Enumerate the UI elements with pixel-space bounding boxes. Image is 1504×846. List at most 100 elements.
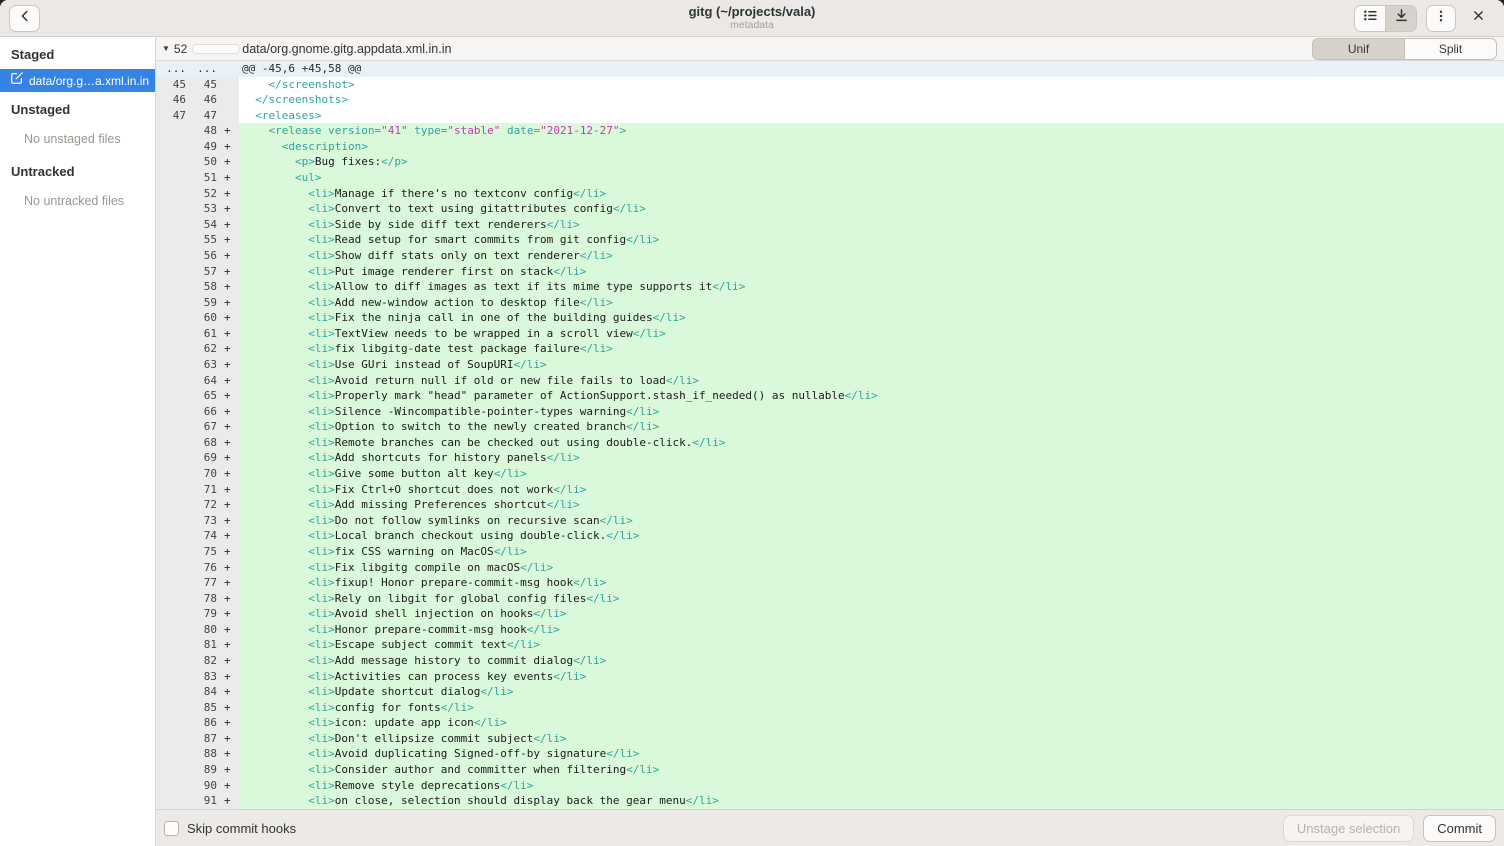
diff-line[interactable]: 85+ <li>config for fonts</li> [156,700,1504,716]
line-change-marker: + [222,404,234,420]
old-line-number [156,341,191,357]
diff-line[interactable]: 58+ <li>Allow to diff images as text if … [156,279,1504,295]
diff-line[interactable]: 53+ <li>Convert to text using gitattribu… [156,201,1504,217]
window-title: gitg (~/projects/vala) [689,4,816,19]
diff-line[interactable]: 72+ <li>Add missing Preferences shortcut… [156,497,1504,513]
new-line-number: 70 [191,466,222,482]
diff-line[interactable]: 68+ <li>Remote branches can be checked o… [156,435,1504,451]
code-text: <li>Side by side diff text renderers</li… [239,217,580,233]
kebab-menu-icon [1434,9,1448,28]
diff-line[interactable]: 83+ <li>Activities can process key event… [156,669,1504,685]
back-button[interactable] [9,5,40,32]
line-change-marker: + [222,326,234,342]
diff-line[interactable]: 88+ <li>Avoid duplicating Signed-off-by … [156,746,1504,762]
diff-line[interactable]: 52+ <li>Manage if there's no textconv co… [156,186,1504,202]
diff-line[interactable]: 73+ <li>Do not follow symlinks on recurs… [156,513,1504,529]
old-line-number [156,746,191,762]
new-line-number: 57 [191,264,222,280]
diff-line[interactable]: 4646 </screenshots> [156,92,1504,108]
diff-view-toggle: Unif Split [1312,38,1497,60]
commit-view-button[interactable] [1385,5,1417,32]
line-gutter: 55+ [156,232,239,248]
old-line-number [156,388,191,404]
close-button[interactable] [1465,5,1491,31]
header-actions [1354,5,1491,32]
code-text: <li>Avoid duplicating Signed-off-by sign… [239,746,639,762]
skip-hooks-checkbox[interactable] [164,821,179,836]
unstage-selection-button[interactable]: Unstage selection [1283,815,1414,842]
diff-line[interactable]: 78+ <li>Rely on libgit for global config… [156,591,1504,607]
diff-line[interactable]: 67+ <li>Option to switch to the newly cr… [156,419,1504,435]
diff-line[interactable]: 90+ <li>Remove style deprecations</li> [156,778,1504,794]
line-change-marker: + [222,357,234,373]
menu-button[interactable] [1426,5,1456,32]
diff-line[interactable]: 76+ <li>Fix libgitg compile on macOS</li… [156,560,1504,576]
diff-line[interactable]: 84+ <li>Update shortcut dialog</li> [156,684,1504,700]
diff-line[interactable]: 70+ <li>Give some button alt key</li> [156,466,1504,482]
diff-file-path: data/org.gnome.gitg.appdata.xml.in.in [242,42,451,56]
diff-line[interactable]: 91+ <li>on close, selection should displ… [156,793,1504,809]
list-view-button[interactable] [1354,5,1386,32]
line-gutter: 4747 [156,108,239,124]
diff-line[interactable]: 4747 <releases> [156,108,1504,124]
diff-line[interactable]: 54+ <li>Side by side diff text renderers… [156,217,1504,233]
new-line-number: 50 [191,154,222,170]
commit-button[interactable]: Commit [1423,815,1496,842]
diff-line[interactable]: 79+ <li>Avoid shell injection on hooks</… [156,606,1504,622]
new-line-number: 71 [191,482,222,498]
staged-file-item[interactable]: data/org.g…a.xml.in.in [0,69,155,92]
old-line-number [156,700,191,716]
diff-line[interactable]: 89+ <li>Consider author and committer wh… [156,762,1504,778]
line-change-marker: + [222,528,234,544]
diff-line[interactable]: 60+ <li>Fix the ninja call in one of the… [156,310,1504,326]
diff-line[interactable]: 81+ <li>Escape subject commit text</li> [156,637,1504,653]
code-text: <li>Avoid return null if old or new file… [239,373,699,389]
old-line-number [156,466,191,482]
expander-triangle-icon[interactable]: ▼ [162,45,170,53]
old-line-number [156,497,191,513]
split-view-button[interactable]: Split [1404,38,1497,60]
diff-line[interactable]: 75+ <li>fix CSS warning on MacOS</li> [156,544,1504,560]
old-line-number [156,186,191,202]
diff-line[interactable]: 48+ <release version="41" type="stable" … [156,123,1504,139]
diff-line[interactable]: 50+ <p>Bug fixes:</p> [156,154,1504,170]
diff-line[interactable]: 57+ <li>Put image renderer first on stac… [156,264,1504,280]
diff-line[interactable]: 86+ <li>icon: update app icon</li> [156,715,1504,731]
close-icon [1472,9,1485,27]
diff-line[interactable]: 87+ <li>Don't ellipsize commit subject</… [156,731,1504,747]
diff-line[interactable]: 61+ <li>TextView needs to be wrapped in … [156,326,1504,342]
diff-line[interactable]: 66+ <li>Silence -Wincompatible-pointer-t… [156,404,1504,420]
code-text: <li>Use GUri instead of SoupURI</li> [239,357,547,373]
diff-line[interactable]: 62+ <li>fix libgitg-date test package fa… [156,341,1504,357]
diff-line[interactable]: 65+ <li>Properly mark "head" parameter o… [156,388,1504,404]
diff-line[interactable]: 77+ <li>fixup! Honor prepare-commit-msg … [156,575,1504,591]
diff-line[interactable]: 64+ <li>Avoid return null if old or new … [156,373,1504,389]
line-gutter: 66+ [156,404,239,420]
diff-line[interactable]: 80+ <li>Honor prepare-commit-msg hook</l… [156,622,1504,638]
code-text: <li>Fix libgitg compile on macOS</li> [239,560,553,576]
diff-line[interactable]: 71+ <li>Fix Ctrl+O shortcut does not wor… [156,482,1504,498]
line-gutter: 57+ [156,264,239,280]
code-text: <li>Activities can process key events</l… [239,669,586,685]
line-gutter: ...... [156,61,239,77]
diff-line[interactable]: 56+ <li>Show diff stats only on text ren… [156,248,1504,264]
diff-line[interactable]: ......@@ -45,6 +45,58 @@ [156,61,1504,77]
diff-line[interactable]: 4545 </screenshot> [156,77,1504,93]
diff-body: ......@@ -45,6 +45,58 @@4545 </screensho… [156,61,1504,809]
line-change-marker [222,92,234,108]
new-line-number: 87 [191,731,222,747]
diff-line[interactable]: 49+ <description> [156,139,1504,155]
diff-line[interactable]: 74+ <li>Local branch checkout using doub… [156,528,1504,544]
diff-line[interactable]: 51+ <ul> [156,170,1504,186]
diff-line[interactable]: 59+ <li>Add new-window action to desktop… [156,295,1504,311]
unified-view-button[interactable]: Unif [1312,38,1405,60]
diff-line[interactable]: 69+ <li>Add shortcuts for history panels… [156,450,1504,466]
diff-line[interactable]: 55+ <li>Read setup for smart commits fro… [156,232,1504,248]
line-gutter: 72+ [156,497,239,513]
old-line-number [156,357,191,373]
line-gutter: 56+ [156,248,239,264]
diff-line[interactable]: 82+ <li>Add message history to commit di… [156,653,1504,669]
line-gutter: 82+ [156,653,239,669]
line-change-marker: + [222,295,234,311]
diff-line[interactable]: 63+ <li>Use GUri instead of SoupURI</li> [156,357,1504,373]
